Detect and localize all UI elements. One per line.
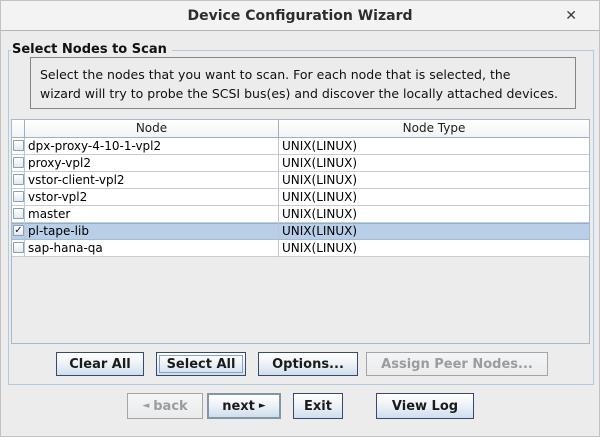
node-type-cell: UNIX(LINUX) xyxy=(279,138,589,155)
checkbox-icon xyxy=(13,174,24,185)
node-name-cell: vstor-client-vpl2 xyxy=(25,172,279,189)
node-type-cell: UNIX(LINUX) xyxy=(279,223,589,240)
node-name-cell: pl-tape-lib xyxy=(25,223,279,240)
checkbox-column-header xyxy=(12,120,25,138)
back-arrow-icon: ◄ xyxy=(142,401,149,411)
node-name-cell: proxy-vpl2 xyxy=(25,155,279,172)
table-row[interactable]: sap-hana-qa UNIX(LINUX) xyxy=(12,240,589,257)
row-checkbox[interactable] xyxy=(12,189,25,206)
node-type-cell: UNIX(LINUX) xyxy=(279,206,589,223)
window-title: Device Configuration Wizard xyxy=(1,8,599,24)
row-checkbox[interactable]: ✓ xyxy=(12,223,25,240)
checkbox-icon xyxy=(13,157,24,168)
row-checkbox[interactable] xyxy=(12,155,25,172)
node-type-cell: UNIX(LINUX) xyxy=(279,240,589,257)
instructions-line1: Select the nodes that you want to scan. … xyxy=(40,65,575,84)
table-header: Node Node Type xyxy=(12,120,589,138)
device-configuration-wizard-dialog: Device Configuration Wizard ✕ Select Nod… xyxy=(0,0,600,437)
table-row[interactable]: vstor-client-vpl2 UNIX(LINUX) xyxy=(12,172,589,189)
group-title: Select Nodes to Scan xyxy=(11,42,172,57)
clear-all-button[interactable]: Clear All xyxy=(56,352,144,376)
table-row[interactable]: ✓ pl-tape-lib UNIX(LINUX) xyxy=(12,223,589,240)
row-checkbox[interactable] xyxy=(12,240,25,257)
table-row[interactable]: master UNIX(LINUX) xyxy=(12,206,589,223)
node-name-cell: master xyxy=(25,206,279,223)
nodes-table: Node Node Type dpx-proxy-4-10-1-vpl2 UNI… xyxy=(11,119,590,344)
row-checkbox[interactable] xyxy=(12,138,25,155)
checkbox-icon: ✓ xyxy=(13,225,24,236)
select-all-button[interactable]: Select All xyxy=(156,352,246,376)
view-log-button[interactable]: View Log xyxy=(376,393,474,419)
assign-peer-nodes-button: Assign Peer Nodes... xyxy=(366,352,548,376)
table-row[interactable]: vstor-vpl2 UNIX(LINUX) xyxy=(12,189,589,206)
next-button[interactable]: next ► xyxy=(207,393,281,419)
checkbox-icon xyxy=(13,242,24,253)
exit-button[interactable]: Exit xyxy=(293,393,343,419)
back-button-label: back xyxy=(153,399,187,414)
node-type-column-header: Node Type xyxy=(279,120,589,138)
table-row[interactable]: dpx-proxy-4-10-1-vpl2 UNIX(LINUX) xyxy=(12,138,589,155)
node-type-cell: UNIX(LINUX) xyxy=(279,172,589,189)
check-icon: ✓ xyxy=(14,226,23,235)
row-checkbox[interactable] xyxy=(12,206,25,223)
node-type-cell: UNIX(LINUX) xyxy=(279,155,589,172)
checkbox-icon xyxy=(13,208,24,219)
close-icon[interactable]: ✕ xyxy=(565,7,577,25)
next-arrow-icon: ► xyxy=(259,401,266,411)
window-titlebar: Device Configuration Wizard ✕ xyxy=(1,1,599,31)
checkbox-icon xyxy=(13,140,24,151)
table-row[interactable]: proxy-vpl2 UNIX(LINUX) xyxy=(12,155,589,172)
node-name-cell: sap-hana-qa xyxy=(25,240,279,257)
instructions-text: Select the nodes that you want to scan. … xyxy=(30,57,576,109)
next-button-label: next xyxy=(222,399,255,414)
node-column-header: Node xyxy=(25,120,279,138)
back-button: ◄ back xyxy=(127,393,203,419)
instructions-line2: wizard will try to probe the SCSI bus(es… xyxy=(40,84,575,103)
node-type-cell: UNIX(LINUX) xyxy=(279,189,589,206)
options-button[interactable]: Options... xyxy=(258,352,358,376)
node-name-cell: dpx-proxy-4-10-1-vpl2 xyxy=(25,138,279,155)
node-name-cell: vstor-vpl2 xyxy=(25,189,279,206)
row-checkbox[interactable] xyxy=(12,172,25,189)
checkbox-icon xyxy=(13,191,24,202)
